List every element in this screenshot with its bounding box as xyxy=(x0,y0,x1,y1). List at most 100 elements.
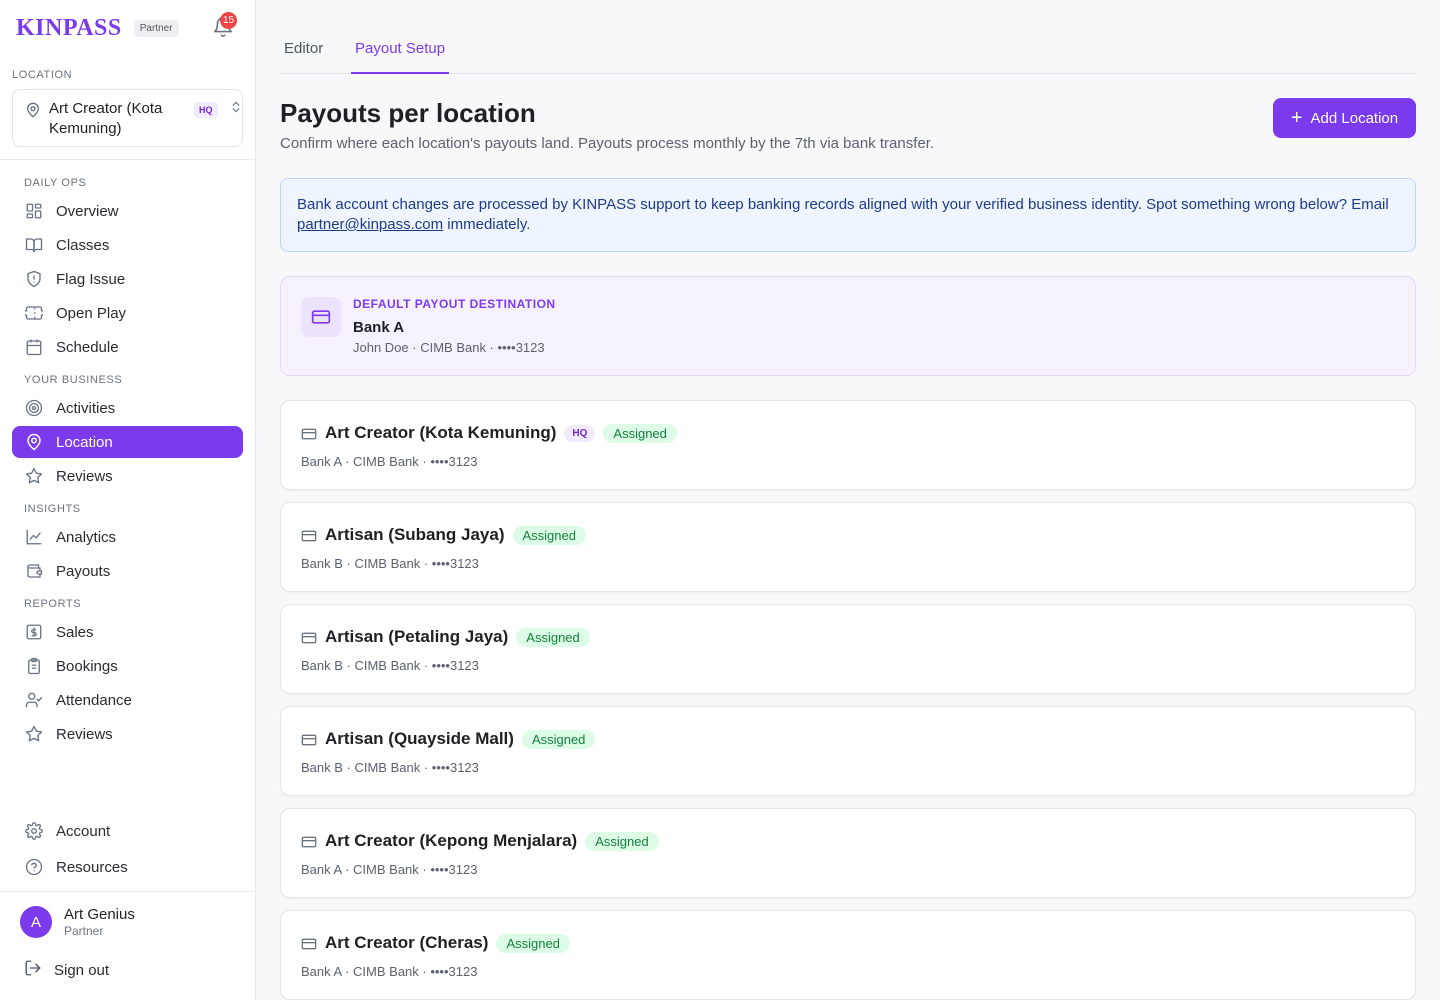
location-payout-card[interactable]: Art Creator (Kepong Menjalara) Assigned … xyxy=(280,808,1416,898)
sidebar-item-label: Resources xyxy=(56,858,128,876)
sidebar-item-analytics[interactable]: Analytics xyxy=(12,521,243,553)
sidebar-item-label: Location xyxy=(56,433,113,451)
sidebar-item-account[interactable]: Account xyxy=(12,815,243,847)
sidebar-item-label: Bookings xyxy=(56,657,118,675)
support-email-link[interactable]: partner@kinpass.com xyxy=(297,216,443,233)
sidebar-item-classes[interactable]: Classes xyxy=(12,229,243,261)
sidebar-item-location[interactable]: Location xyxy=(12,426,243,458)
book-icon xyxy=(24,235,44,255)
credit-card-icon xyxy=(301,733,317,752)
default-payout-bank: Bank A xyxy=(353,319,405,336)
plus-icon: + xyxy=(1290,107,1303,129)
user-profile[interactable]: A Art Genius Partner xyxy=(20,906,240,942)
partner-chip: Partner xyxy=(133,19,179,37)
sidebar-item-payouts[interactable]: Payouts xyxy=(12,555,243,587)
clipboard-icon xyxy=(24,656,44,676)
sidebar-item-label: Activities xyxy=(56,399,116,417)
notification-badge: 15 xyxy=(220,12,238,29)
location-payout-card[interactable]: Artisan (Quayside Mall) Assigned Bank B … xyxy=(280,706,1416,796)
sidebar: KINPASS Partner 15 LOCATION Art Creator … xyxy=(0,0,256,1000)
sign-out-label: Sign out xyxy=(54,961,110,979)
chevrons-up-down-icon xyxy=(229,100,243,119)
location-select[interactable]: Art Creator (Kota Kemuning) HQ xyxy=(12,89,243,147)
nav-group-your-business: YOUR BUSINESS xyxy=(24,374,123,386)
default-payout-card: DEFAULT PAYOUT DESTINATION Bank A John D… xyxy=(280,276,1416,376)
notice-text: Bank account changes are processed by KI… xyxy=(297,196,1389,213)
sidebar-item-sales[interactable]: Sales xyxy=(12,616,243,648)
avatar: A xyxy=(20,906,52,938)
shield-alert-icon xyxy=(24,269,44,289)
nav-group-insights: INSIGHTS xyxy=(24,503,81,515)
user-check-icon xyxy=(24,690,44,710)
location-payout-card[interactable]: Art Creator (Kota Kemuning) HQ Assigned … xyxy=(280,400,1416,490)
sidebar-item-activities[interactable]: Activities xyxy=(12,392,243,424)
sidebar-item-report-reviews[interactable]: Reviews xyxy=(12,718,243,750)
user-role: Partner xyxy=(64,924,104,938)
tab-editor[interactable]: Editor xyxy=(284,40,323,74)
calendar-icon xyxy=(24,337,44,357)
sidebar-item-overview[interactable]: Overview xyxy=(12,195,243,227)
sign-out-button[interactable]: Sign out xyxy=(24,958,109,982)
location-select-value: Art Creator (Kota Kemuning) xyxy=(49,100,163,137)
star-icon xyxy=(24,466,44,486)
gear-icon xyxy=(24,821,44,841)
grid-icon xyxy=(24,201,44,221)
sidebar-item-label: Payouts xyxy=(56,562,111,580)
credit-card-icon xyxy=(301,631,317,650)
sidebar-item-label: Sales xyxy=(56,623,94,641)
tab-payout-setup[interactable]: Payout Setup xyxy=(351,40,450,74)
hq-badge: HQ xyxy=(564,424,596,442)
credit-card-icon xyxy=(301,529,317,548)
map-pin-icon xyxy=(24,432,44,452)
location-name: Artisan (Subang Jaya) xyxy=(325,525,505,544)
location-section-label: LOCATION xyxy=(12,69,73,81)
add-location-label: Add Location xyxy=(1310,109,1399,127)
status-badge: Assigned xyxy=(512,525,586,545)
sidebar-item-label: Classes xyxy=(56,236,110,254)
kinpass-logo[interactable]: KINPASS xyxy=(16,15,122,42)
location-title: Art Creator (Cheras) Assigned xyxy=(325,933,570,953)
wallet-icon xyxy=(24,561,44,581)
sidebar-item-resources[interactable]: Resources xyxy=(12,851,243,883)
location-payout-card[interactable]: Artisan (Petaling Jaya) Assigned Bank B … xyxy=(280,604,1416,694)
location-name: Artisan (Quayside Mall) xyxy=(325,729,514,748)
sidebar-divider xyxy=(0,159,256,160)
sidebar-item-label: Attendance xyxy=(56,691,132,709)
location-title: Art Creator (Kota Kemuning) HQ Assigned xyxy=(325,423,677,443)
main-content: Editor Payout Setup Payouts per location… xyxy=(256,0,1440,1000)
sidebar-item-label: Schedule xyxy=(56,338,119,356)
log-out-icon xyxy=(24,959,42,982)
location-bank-meta: Bank A · CIMB Bank · ••••3123 xyxy=(301,862,478,877)
location-title: Art Creator (Kepong Menjalara) Assigned xyxy=(325,831,659,851)
line-chart-icon xyxy=(24,527,44,547)
page-title: Payouts per location xyxy=(280,98,536,128)
add-location-button[interactable]: + Add Location xyxy=(1273,98,1416,138)
dollar-icon xyxy=(24,622,44,642)
location-bank-meta: Bank B · CIMB Bank · ••••3123 xyxy=(301,760,479,775)
sidebar-item-label: Overview xyxy=(56,202,119,220)
location-name: Artisan (Petaling Jaya) xyxy=(325,627,509,646)
user-name: Art Genius xyxy=(64,906,135,923)
sidebar-item-open-play[interactable]: Open Play xyxy=(12,297,243,329)
sidebar-item-flag-issue[interactable]: Flag Issue xyxy=(12,263,243,295)
sidebar-item-schedule[interactable]: Schedule xyxy=(12,331,243,363)
credit-card-icon xyxy=(301,297,341,337)
status-badge: Assigned xyxy=(585,831,659,851)
status-badge: Assigned xyxy=(521,729,596,749)
credit-card-icon xyxy=(301,835,317,854)
location-payout-card[interactable]: Art Creator (Cheras) Assigned Bank A · C… xyxy=(280,910,1416,1000)
sidebar-item-reviews[interactable]: Reviews xyxy=(12,460,243,492)
location-title: Artisan (Subang Jaya) Assigned xyxy=(325,525,586,545)
sidebar-item-bookings[interactable]: Bookings xyxy=(12,650,243,682)
brand-row: KINPASS Partner xyxy=(16,12,240,44)
notice-text-end: immediately. xyxy=(443,216,531,233)
location-bank-meta: Bank B · CIMB Bank · ••••3123 xyxy=(301,658,479,673)
location-name: Art Creator (Cheras) xyxy=(325,933,489,952)
location-payout-card[interactable]: Artisan (Subang Jaya) Assigned Bank B · … xyxy=(280,502,1416,592)
star-icon xyxy=(24,724,44,744)
ticket-icon xyxy=(24,303,44,323)
tab-bar: Editor Payout Setup xyxy=(280,28,1416,74)
sidebar-item-attendance[interactable]: Attendance xyxy=(12,684,243,716)
status-badge: Assigned xyxy=(603,423,677,443)
help-circle-icon xyxy=(24,857,44,877)
